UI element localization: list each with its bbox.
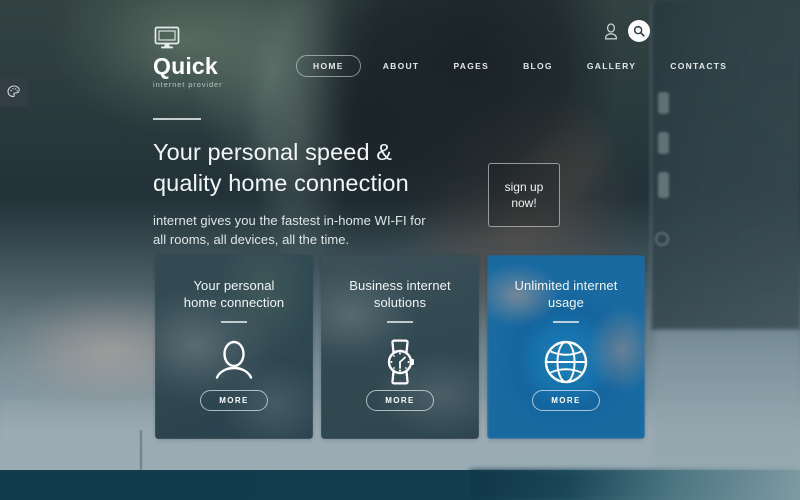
sign-up-line-1: sign up (504, 179, 544, 194)
nav-item-home[interactable]: HOME (296, 55, 361, 77)
hero-title-line-2: quality home connection (153, 170, 409, 197)
hero-subtitle-line-2: all rooms, all devices, all the time. (153, 232, 350, 248)
hero-divider (153, 118, 201, 120)
card-divider (387, 321, 413, 323)
feature-card-business-internet-solutions[interactable]: Business internet solutions MORE (321, 255, 479, 439)
hero-section: Your personal speed & quality home conne… (153, 118, 653, 250)
nav-item-gallery[interactable]: GALLERY (587, 61, 636, 71)
card-title-line-1: Unlimited internet (514, 278, 618, 293)
nav-item-pages[interactable]: PAGES (453, 61, 489, 71)
site-header: Quick internet provider HOME ABOUT PAGES… (0, 0, 800, 90)
header-actions (604, 20, 650, 42)
card-title-line-1: Business internet (349, 278, 451, 293)
card-title: Your personal home connection (176, 277, 293, 311)
nav-item-contacts[interactable]: CONTACTS (670, 61, 727, 71)
hero-subtitle-line-1: internet gives you the fastest in-home W… (153, 213, 426, 229)
card-icon-wrapper (543, 339, 589, 390)
card-more-button[interactable]: MORE (200, 390, 268, 411)
feature-cards: Your personal home connection MORE Busin… (155, 255, 646, 439)
search-button[interactable] (628, 20, 650, 42)
card-title-line-2: solutions (373, 295, 427, 311)
card-title-line-2: usage (548, 295, 584, 311)
main-navigation: HOME ABOUT PAGES BLOG GALLERY CONTACTS (296, 55, 727, 77)
footer-strip (0, 470, 800, 500)
user-icon[interactable] (604, 22, 618, 40)
card-more-button[interactable]: MORE (366, 390, 434, 411)
search-icon (633, 25, 645, 37)
hero-title: Your personal speed & quality home conne… (153, 137, 653, 199)
nav-item-about[interactable]: ABOUT (383, 61, 420, 71)
card-title: Business internet solutions (341, 277, 458, 311)
feature-card-personal-home-connection[interactable]: Your personal home connection MORE (155, 255, 313, 439)
sign-up-button[interactable]: sign up now! (488, 163, 560, 227)
card-icon-wrapper (213, 339, 255, 388)
monitor-icon (154, 26, 180, 49)
sign-up-label: sign up now! (505, 179, 544, 211)
brand-logo[interactable]: Quick internet provider (153, 26, 223, 89)
brand-name: Quick (153, 53, 218, 79)
card-title: Unlimited internet usage (507, 277, 626, 311)
hero-title-line-1: Your personal speed & (153, 139, 393, 165)
palette-icon (7, 85, 20, 98)
card-title-line-2: home connection (183, 295, 285, 311)
sign-up-line-2: now! (511, 196, 537, 210)
card-icon-wrapper (380, 339, 420, 390)
theme-palette-tab[interactable] (0, 78, 28, 106)
card-divider (553, 321, 579, 323)
brand-tagline: internet provider (153, 80, 223, 90)
globe-icon (544, 340, 588, 384)
nav-item-blog[interactable]: BLOG (523, 61, 553, 71)
feature-card-unlimited-internet-usage[interactable]: Unlimited internet usage MORE (487, 255, 645, 439)
card-divider (221, 321, 247, 324)
person-icon (215, 341, 253, 380)
card-title-line-1: Your personal (193, 278, 275, 293)
hero-subtitle: internet gives you the fastest in-home W… (153, 211, 653, 249)
card-more-button[interactable]: MORE (532, 390, 600, 411)
watch-icon (387, 339, 414, 385)
page-root: Quick internet provider HOME ABOUT PAGES… (0, 0, 800, 500)
